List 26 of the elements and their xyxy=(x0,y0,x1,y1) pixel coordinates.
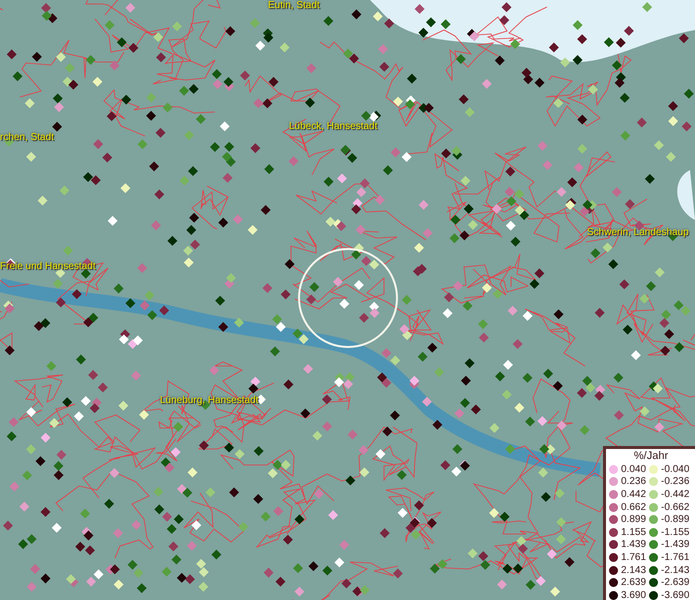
place-label: rchen, Stadt xyxy=(0,132,54,143)
legend-value: -0.899 xyxy=(661,514,690,526)
legend-value: 3.690 xyxy=(621,590,646,600)
legend-value: 2.143 xyxy=(621,564,646,576)
legend-title: %/Jahr xyxy=(632,450,670,463)
legend-value: 2.639 xyxy=(621,577,646,588)
legend-value: -1.761 xyxy=(661,552,690,563)
legend-value: 0.662 xyxy=(621,502,646,513)
legend-value: -0.662 xyxy=(661,502,690,513)
place-label: Eutin, Stadt xyxy=(268,0,320,11)
legend-value: 0.236 xyxy=(621,476,646,488)
legend-value: -0.236 xyxy=(661,476,690,488)
legend-value: 0.899 xyxy=(621,514,646,526)
legend-value: -1.155 xyxy=(661,526,690,538)
legend-value: -1.439 xyxy=(661,539,690,550)
legend-value: -2.639 xyxy=(661,577,690,588)
place-label: Lübeck, Hansestadt xyxy=(289,121,378,132)
legend-value: -0.040 xyxy=(661,464,690,475)
legend-value: 1.761 xyxy=(621,552,646,563)
legend-value: 1.155 xyxy=(621,526,646,538)
legend-value: -2.143 xyxy=(661,564,690,576)
legend-value: -0.442 xyxy=(661,488,690,500)
legend-value: 0.040 xyxy=(621,464,646,475)
legend-value: 0.442 xyxy=(621,488,646,500)
legend-value: 1.439 xyxy=(621,539,646,550)
legend-value: -3.690 xyxy=(661,590,690,600)
